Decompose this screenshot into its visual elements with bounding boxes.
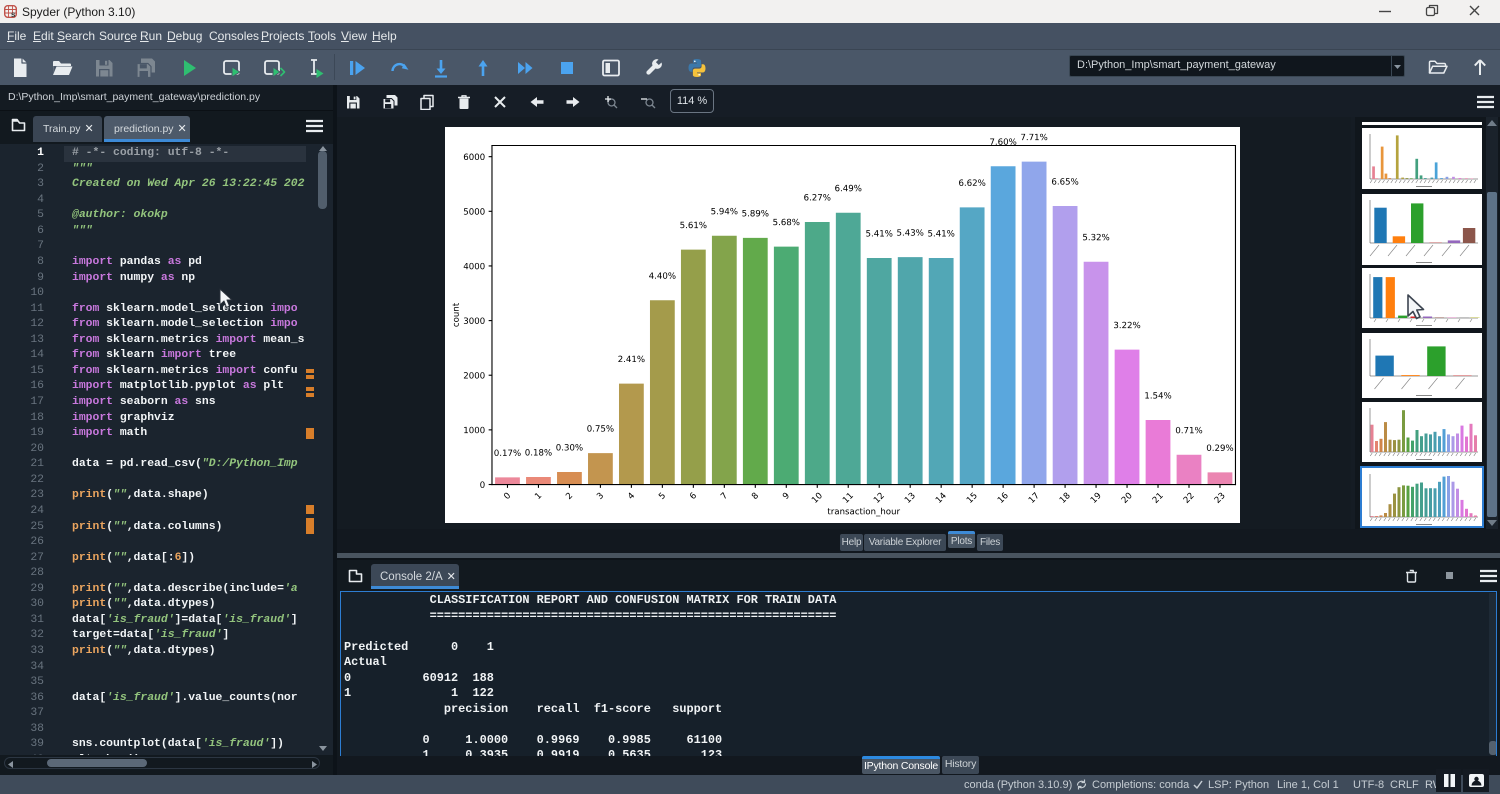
svg-text:s: s — [11, 10, 16, 18]
